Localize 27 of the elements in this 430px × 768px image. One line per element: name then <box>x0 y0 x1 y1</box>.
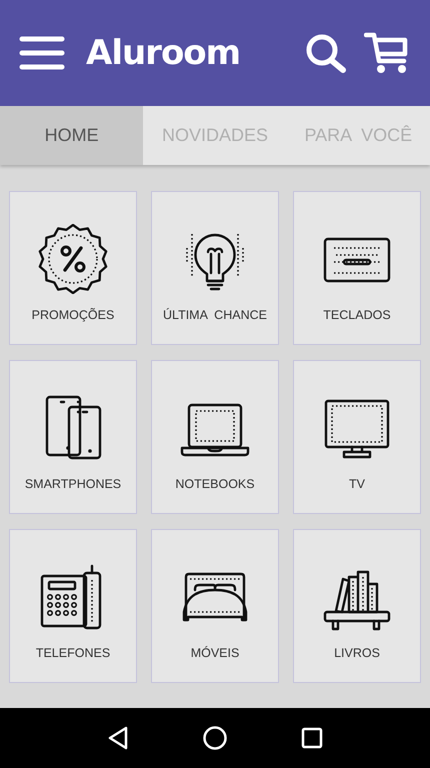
category-label: MÓVEIS <box>190 646 240 660</box>
category-card[interactable]: SMARTPHONES <box>9 360 137 514</box>
menu-icon[interactable] <box>19 36 65 70</box>
category-card[interactable]: ÚLTIMA CHANCE <box>151 191 279 345</box>
category-label: NOTEBOOKS <box>175 477 255 491</box>
home-icon[interactable] <box>202 725 228 751</box>
recents-icon[interactable] <box>301 727 324 749</box>
category-card[interactable]: LIVROS <box>293 529 421 683</box>
category-label: PROMOÇÕES <box>32 308 114 322</box>
category-label: LIVROS <box>334 646 380 660</box>
category-card[interactable]: PROMOÇÕES <box>9 191 137 345</box>
category-label: TELEFONES <box>36 646 110 660</box>
back-icon[interactable] <box>106 726 129 750</box>
category-card[interactable]: MÓVEIS <box>151 529 279 683</box>
tab[interactable]: HOME <box>0 106 144 165</box>
category-label: ÚLTIMA CHANCE <box>163 308 267 322</box>
category-label: TECLADOS <box>323 308 391 322</box>
category-card[interactable]: NOTEBOOKS <box>151 360 279 514</box>
category-label: TV <box>349 477 365 491</box>
category-card[interactable]: TV <box>293 360 421 514</box>
category-card[interactable]: TECLADOS <box>293 191 421 345</box>
category-card[interactable]: TELEFONES <box>9 529 137 683</box>
category-label: SMARTPHONES <box>24 477 122 491</box>
search-icon[interactable] <box>305 33 347 73</box>
app-logo: Aluroom <box>86 33 240 73</box>
cart-icon[interactable] <box>364 32 410 74</box>
badge-icon <box>38 224 108 294</box>
